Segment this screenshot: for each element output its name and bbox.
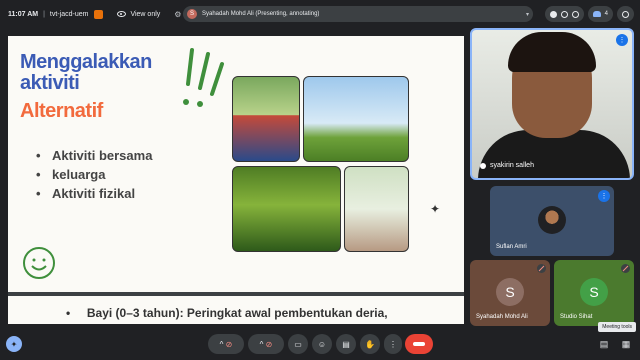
present-button[interactable]: ▭ xyxy=(288,334,308,354)
more-vert-icon: ⋮ xyxy=(389,339,397,349)
audio-indicator-icon: ⋮ xyxy=(616,34,628,46)
captions-button[interactable]: ▤ xyxy=(336,334,356,354)
captions-icon: ▤ xyxy=(342,339,350,349)
layout-icon xyxy=(571,10,579,18)
camera-button[interactable]: ^ ⊘ xyxy=(248,334,284,354)
view-only-indicator[interactable]: View only xyxy=(117,11,160,18)
bullet-list: Aktiviti bersama keluarga Aktiviti fizik… xyxy=(36,146,152,203)
participant-tile-suflan[interactable]: ⋮ Suflan Amri xyxy=(490,186,614,256)
audio-indicator-icon: ⋮ xyxy=(598,190,610,202)
meeting-tools-icon[interactable]: ▦ xyxy=(620,338,632,350)
emoji-button[interactable]: ☺ xyxy=(312,334,332,354)
participant-name: Suflan Amri xyxy=(496,244,527,250)
slide-title-line-1: Menggalakkan xyxy=(20,51,152,73)
separator: | xyxy=(43,10,45,18)
slide-title-line-3: Alternatif xyxy=(20,100,103,122)
child-exploring-grass-photo xyxy=(232,166,341,252)
gear-icon xyxy=(622,10,629,18)
children-running-photo xyxy=(303,76,409,162)
presenter-avatar: S xyxy=(187,9,197,19)
meeting-badge-icon xyxy=(94,9,104,19)
emoji-icon: ☺ xyxy=(317,339,327,349)
leave-call-button[interactable] xyxy=(405,334,433,354)
meeting-code[interactable]: tvt-jacd-uem xyxy=(50,11,89,18)
mic-off-icon xyxy=(621,264,630,273)
slide-divider xyxy=(8,292,464,296)
bullet-item: Aktiviti bersama xyxy=(36,146,152,165)
smiley-icon xyxy=(23,247,55,279)
record-icon xyxy=(549,10,557,18)
participant-name-label: syakirin salleh xyxy=(490,162,534,169)
view-only-label: View only xyxy=(130,10,161,18)
presentation-slide: Menggalakkan aktiviti Alternatif Aktivit… xyxy=(8,36,464,324)
participant-count: 4 xyxy=(604,11,608,17)
bottom-toolbar: ✦ ^ ⊘ ^ ⊘ ▭ ☺ ▤ ✋ ⋮ ▤ ▦ Meeting tools xyxy=(0,322,640,360)
slide-footer-label: Bayi (0–3 tahun): Peringkat awal pembent… xyxy=(86,306,388,320)
present-icon: ▭ xyxy=(294,339,302,349)
gemini-icon[interactable]: ✦ xyxy=(6,336,22,352)
participant-name: Syahadah Mohd Ali xyxy=(476,314,528,320)
view-options-button[interactable] xyxy=(544,6,584,22)
participant-tile-syahadah[interactable]: S Syahadah Mohd Ali xyxy=(470,260,550,326)
chevron-down-icon[interactable]: ▾ xyxy=(526,11,529,18)
hangup-icon xyxy=(413,342,425,346)
captions-icon xyxy=(560,10,568,18)
slide-footer-text: • Bayi (0–3 tahun): Peringkat awal pembe… xyxy=(66,306,388,320)
mic-off-icon xyxy=(537,264,546,273)
audio-bars-icon xyxy=(480,162,486,169)
sparkle-icon: ✦ xyxy=(430,202,441,216)
chat-icon[interactable]: ▤ xyxy=(598,338,610,350)
avatar: S xyxy=(580,278,608,306)
participant-tile-syakirin[interactable]: ⋮ syakirin salleh xyxy=(470,28,634,180)
more-options-button[interactable]: ⋮ xyxy=(384,334,402,354)
settings-button[interactable] xyxy=(617,6,634,22)
participant-video-thumbnail xyxy=(538,206,566,234)
participant-video-hair xyxy=(508,32,596,72)
slide-title-line-2: aktiviti xyxy=(20,72,80,94)
slide-title: Menggalakkan aktiviti xyxy=(20,52,152,94)
camera-off-icon: ⊘ xyxy=(265,339,273,349)
exclamation-marks-icon xyxy=(183,48,224,107)
mic-off-icon: ⊘ xyxy=(225,339,233,349)
settings-icon[interactable]: ⚙ xyxy=(174,10,181,19)
presenter-label: Syahadah Mohd Ali (Presenting, annotatin… xyxy=(202,11,320,17)
raise-hand-button[interactable]: ✋ xyxy=(360,334,380,354)
avatar: S xyxy=(496,278,524,306)
meeting-tools-tooltip: Meeting tools xyxy=(598,322,636,332)
participant-name: Studio Sihat xyxy=(560,314,593,320)
people-icon xyxy=(592,11,601,17)
hand-icon: ✋ xyxy=(365,339,375,349)
mic-button[interactable]: ^ ⊘ xyxy=(208,334,244,354)
child-magnifier-photo xyxy=(232,76,300,162)
top-right-controls: 4 xyxy=(544,6,634,22)
eye-icon xyxy=(117,11,127,17)
bullet-item: Aktiviti fizikal xyxy=(36,184,152,203)
holding-hands-photo xyxy=(344,166,409,252)
participant-tile-studio-sihat[interactable]: S Studio Sihat xyxy=(554,260,634,326)
participants-button[interactable]: 4 xyxy=(587,6,613,22)
chevron-up-icon: ^ xyxy=(259,339,264,349)
participant-name: syakirin salleh xyxy=(480,162,534,169)
chevron-up-icon: ^ xyxy=(219,339,224,349)
clock: 11:07 AM xyxy=(8,10,39,18)
bullet-item-continued: keluarga xyxy=(36,165,152,184)
presenter-banner[interactable]: S Syahadah Mohd Ali (Presenting, annotat… xyxy=(183,6,533,22)
